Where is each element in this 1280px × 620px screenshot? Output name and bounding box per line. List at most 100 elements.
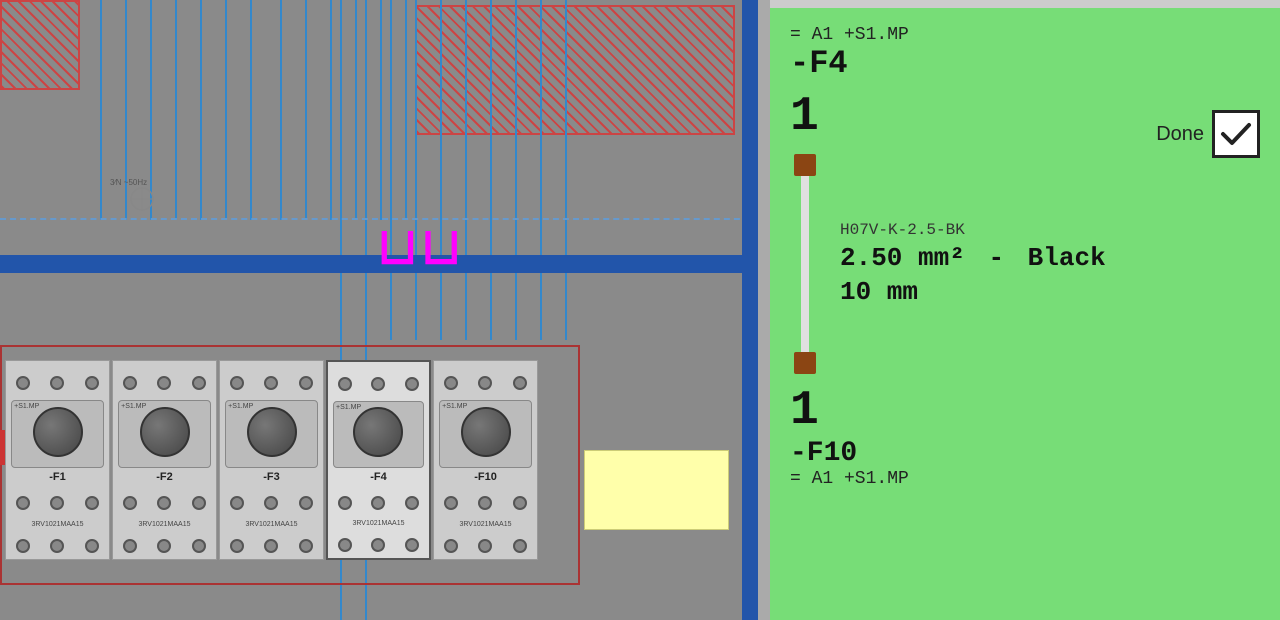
breaker-f1-small-label: +S1.MP (14, 403, 98, 410)
blue-line-8 (280, 0, 282, 220)
terminal (230, 376, 244, 390)
wire-color: Black (1028, 243, 1106, 273)
terminal (50, 376, 64, 390)
wire-visual: H07V-K-2.5-BK 2.50 mm² - Black 10 mm (790, 154, 1260, 374)
wire-code: H07V-K-2.5-BK (840, 221, 1106, 239)
blue-line-ext-9 (540, 0, 542, 340)
terminal (85, 376, 99, 390)
terminal (478, 539, 492, 553)
wire-end-cap-top (794, 154, 816, 176)
terminal (264, 496, 278, 510)
terminal (230, 539, 244, 553)
terminal (444, 376, 458, 390)
blue-line-11 (355, 0, 357, 220)
breakers-row: +S1.MP -F1 3RV1021MAA15 (5, 360, 538, 560)
breaker-f1-name: -F1 (49, 471, 66, 483)
wire-dash: - (988, 243, 1004, 273)
terminal (192, 376, 206, 390)
terminal (338, 538, 352, 552)
hatch-area-top-right (415, 5, 735, 135)
terminal (371, 377, 385, 391)
breaker-f2-sub-terminals (113, 528, 216, 559)
left-scrollbar[interactable] (758, 0, 770, 620)
breaker-f4-bottom-terminals (328, 488, 429, 518)
terminal (192, 539, 206, 553)
terminal (513, 496, 527, 510)
terminal (371, 496, 385, 510)
breaker-f1-type: 3RV1021MAA15 (31, 521, 83, 528)
top-divider (770, 0, 1280, 8)
breaker-f2-body: +S1.MP (118, 400, 211, 468)
breaker-f4-body: +S1.MP (333, 401, 424, 469)
breaker-f2-small-label: +S1.MP (121, 403, 146, 410)
terminal (264, 376, 278, 390)
terminal (444, 496, 458, 510)
breaker-f4: +S1.MP -F4 3RV1021MAA15 (326, 360, 431, 560)
location-label: = A1 +S1.MP (790, 25, 1260, 45)
magenta-wire (358, 230, 498, 260)
breaker-f3-sub-terminals (220, 528, 323, 559)
breaker-f4-sub-terminals (328, 527, 429, 558)
breaker-f2-type: 3RV1021MAA15 (138, 521, 190, 528)
terminal (50, 496, 64, 510)
wire-end-cap-bottom (794, 352, 816, 374)
terminal (123, 539, 137, 553)
terminal (371, 538, 385, 552)
blue-line-12 (380, 0, 382, 220)
blue-line-ext-6 (465, 0, 467, 340)
breaker-f3-body: +S1.MP (225, 400, 318, 468)
wire-length: 10 mm (840, 277, 1106, 307)
terminal (157, 496, 171, 510)
terminal (299, 376, 313, 390)
breaker-f1-body: +S1.MP (11, 400, 104, 468)
wire-info: H07V-K-2.5-BK 2.50 mm² - Black 10 mm (840, 154, 1106, 374)
wire-line (801, 176, 809, 352)
breaker-f1-bottom-terminals (6, 488, 109, 518)
breaker-f3-type: 3RV1021MAA15 (245, 521, 297, 528)
component-id-2: -F10 (790, 438, 1260, 469)
breaker-f10-bottom-terminals (434, 488, 537, 518)
blue-line-ext-8 (515, 0, 517, 340)
terminal (338, 496, 352, 510)
blue-line-7 (250, 0, 252, 220)
terminal (123, 376, 137, 390)
breaker-f4-name: -F4 (370, 471, 387, 483)
breaker-f3-knob (247, 407, 297, 457)
breaker-f3-bottom-terminals (220, 488, 323, 518)
terminal (16, 496, 30, 510)
breaker-f2-knob (140, 407, 190, 457)
breaker-f10-top-terminals (434, 361, 537, 400)
wire-size: 2.50 mm² (840, 243, 965, 273)
hatch-area-top-left (0, 0, 80, 90)
terminal (192, 496, 206, 510)
breaker-f2-bottom-terminals (113, 488, 216, 518)
component-id: -F4 (790, 45, 1260, 82)
breaker-f4-type: 3RV1021MAA15 (352, 520, 404, 527)
terminal (230, 496, 244, 510)
breaker-f3-name: -F3 (263, 471, 280, 483)
terminal (405, 496, 419, 510)
blue-line-13 (405, 0, 407, 220)
terminal (513, 376, 527, 390)
breaker-f1: +S1.MP -F1 3RV1021MAA15 (5, 360, 110, 560)
wire-line-container (790, 154, 820, 374)
blue-line-ext-3 (390, 0, 392, 340)
small-component (128, 185, 156, 213)
terminal (444, 539, 458, 553)
checkmark-icon (1218, 116, 1254, 152)
terminal (157, 376, 171, 390)
breaker-f2: +S1.MP -F2 3RV1021MAA15 (112, 360, 217, 560)
blue-line-9 (305, 0, 307, 220)
terminal (513, 539, 527, 553)
breaker-f10-small-label: +S1.MP (442, 403, 467, 410)
terminal (299, 496, 313, 510)
terminal (50, 539, 64, 553)
blue-line-6 (225, 0, 227, 220)
done-checkbox[interactable] (1212, 110, 1260, 158)
location-2: = A1 +S1.MP (790, 469, 1260, 489)
breaker-f2-top-terminals (113, 361, 216, 400)
breaker-f3: +S1.MP -F3 3RV1021MAA15 (219, 360, 324, 560)
breaker-f10-body: +S1.MP (439, 400, 532, 468)
yellow-box (584, 450, 729, 530)
blue-line-ext-7 (490, 0, 492, 340)
